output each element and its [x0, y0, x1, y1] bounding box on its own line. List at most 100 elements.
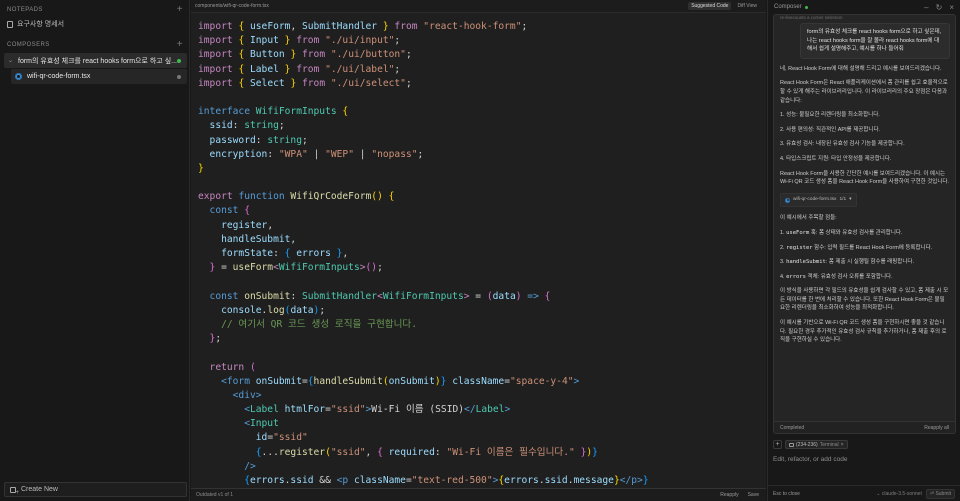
code-line: import { useForm, SubmitHandler } from "…	[198, 21, 528, 32]
composer-footer: Esc to close ⌄ claude-3.5-sonnet ⏎ Submi…	[768, 485, 960, 501]
add-notepad-button[interactable]: +	[177, 5, 183, 15]
context-chip[interactable]: (234-236) Terminal ×	[785, 440, 848, 449]
code-line: import { Label } from "./ui/label";	[198, 63, 401, 75]
model-name: claude-3.5-sonnet	[881, 490, 922, 497]
create-new-label: Create New	[21, 486, 58, 493]
note-text: 훅: 폼 상태와 유효성 검사를 관리합니다.	[809, 229, 903, 236]
notepad-item[interactable]: 요구사항 명세서	[7, 18, 64, 30]
status-dot-icon	[804, 5, 808, 9]
version-status: Outdated v1 of 1	[196, 492, 233, 498]
note-item: 2. register 함수: 입력 필드를 React Hook Form에 …	[780, 244, 949, 253]
inline-code: useForm	[786, 229, 810, 236]
prompt-input[interactable]	[773, 453, 953, 465]
composer-file-label: wifi-qr-code-form.tsx	[27, 73, 91, 80]
note-number: 4.	[780, 273, 785, 280]
code-line: console.log(data);	[198, 304, 326, 316]
code-line: interface WifiFormInputs {	[198, 106, 349, 118]
tab-suggested-code[interactable]: Suggested Code	[688, 2, 732, 10]
code-line: ssid: string;	[198, 120, 285, 132]
code-line: return (	[198, 361, 256, 373]
code-line: encryption: "WPA" | "WEP" | "nopass";	[198, 148, 424, 160]
gear-file-icon	[785, 197, 790, 203]
chat-footer: Completed Reapply all	[774, 421, 955, 433]
assistant-description: React Hook Form은 React 애플리케이션에서 폼 관리를 쉽고…	[780, 80, 948, 104]
submit-button[interactable]: ⏎ Submit	[925, 488, 955, 499]
chat-thread[interactable]: re-linecounts a corner selection form의 유…	[773, 14, 956, 434]
notepads-header: NOTEPADS +	[7, 4, 183, 16]
code-line: handleSubmit,	[198, 233, 297, 245]
composer-panel: Composer – ↻ × re-linecounts a corner se…	[767, 0, 960, 501]
chevron-down-icon: ▾	[849, 196, 852, 202]
notepad-label: 요구사항 명세서	[17, 21, 65, 28]
create-new-button[interactable]: Create New	[4, 482, 187, 497]
minimize-icon[interactable]: –	[924, 3, 928, 12]
code-line: />	[198, 460, 256, 472]
code-line: <div>	[198, 389, 262, 401]
code-editor: components/wifi-qr-code-form.tsx Suggest…	[191, 0, 766, 501]
close-icon[interactable]: ×	[949, 3, 954, 12]
inline-code: errors	[786, 273, 806, 280]
file-chip-version: 1/1	[839, 196, 847, 202]
advantage-item: 3. 유효성 검사: 내장된 유효성 검사 기능을 제공합니다.	[780, 141, 905, 148]
gear-file-icon	[15, 73, 22, 80]
composer-title-text: Composer	[774, 4, 802, 10]
tab-diff-view[interactable]: Diff View	[734, 2, 760, 10]
terminal-icon	[789, 442, 794, 447]
code-line: import { Select } from "./ui/select";	[198, 77, 412, 89]
user-message: form의 유효성 체크를 react hooks form으로 하고 싶은데,…	[800, 23, 950, 59]
code-line: <Input	[198, 418, 279, 430]
composer-title: Composer	[774, 4, 808, 10]
add-composer-button[interactable]: +	[177, 40, 183, 50]
code-line: import { Input } from "./ui/input";	[198, 35, 401, 47]
notepad-icon	[7, 20, 13, 28]
editor-header: components/wifi-qr-code-form.tsx Suggest…	[191, 0, 766, 13]
code-content[interactable]: import { useForm, SubmitHandler } from "…	[198, 20, 649, 488]
assistant-message: 네, React Hook Form에 대해 설명해 드리고 예시를 보여드리겠…	[774, 59, 955, 345]
advantage-item: 1. 성능: 불필요한 리렌더링을 최소화합니다.	[780, 112, 880, 119]
chevron-down-icon[interactable]: ⌄	[8, 57, 14, 64]
note-item: 4. errors 객체: 유효성 검사 오류를 포함합니다.	[780, 273, 949, 282]
composers-header: COMPOSERS +	[7, 39, 183, 51]
code-line: import { Button } from "./ui/button";	[198, 49, 412, 61]
model-selector[interactable]: ⌄ claude-3.5-sonnet	[876, 491, 922, 497]
code-file-chip[interactable]: wifi-qr-code-form.tsx 1/1 ▾	[780, 192, 857, 208]
example-intro: React Hook Form을 사용한 간단한 예시를 보여드리겠습니다. 이…	[780, 170, 950, 186]
code-line: <Label htmlFor="ssid">Wi-Fi 이름 (SSID)</L…	[198, 404, 511, 416]
reapply-all-button[interactable]: Reapply all	[924, 425, 949, 431]
file-chip-name: wifi-qr-code-form.tsx	[793, 196, 837, 202]
context-row: + (234-236) Terminal ×	[773, 440, 848, 449]
history-icon[interactable]: ↻	[936, 3, 943, 12]
note-item: 1. useForm 훅: 폼 상태와 유효성 검사를 관리합니다.	[780, 229, 949, 238]
note-text: : 폼 제출 시 실행될 함수를 래핑합니다.	[825, 259, 915, 266]
assistant-intro: 네, React Hook Form에 대해 설명해 드리고 예시를 보여드리겠…	[780, 65, 942, 72]
chat-status: Completed	[780, 424, 805, 431]
new-file-icon	[10, 486, 19, 496]
code-line: const onSubmit: SubmitHandler<WifiFormIn…	[198, 290, 551, 302]
reapply-button[interactable]: Reapply	[720, 492, 738, 498]
note-number: 1.	[780, 229, 785, 236]
code-line: const {	[198, 205, 250, 217]
composer-file-item[interactable]: wifi-qr-code-form.tsx	[11, 69, 187, 84]
composer-item[interactable]: ⌄ form의 유효성 체크를 react hooks form으로 하고 싶.…	[4, 53, 187, 68]
code-line: formState: { errors },	[198, 248, 349, 259]
code-line: }	[198, 162, 204, 174]
file-dot-icon	[177, 74, 181, 79]
composers-title: COMPOSERS	[7, 42, 50, 48]
code-line: <form onSubmit={handleSubmit(onSubmit)} …	[198, 375, 580, 387]
summary-text: 이 방식을 사용하면 각 필드의 유효성을 쉽게 검사할 수 있고, 폼 제출 …	[780, 288, 949, 312]
note-number: 2.	[780, 244, 785, 251]
code-line: } = useForm<WifiFormInputs>();	[198, 262, 383, 274]
remove-context-icon[interactable]: ×	[841, 442, 844, 448]
inline-code: handleSubmit	[786, 259, 826, 266]
advantage-item: 4. 타입스크립트 지원: 타입 안정성을 제공합니다.	[780, 155, 892, 162]
advantage-item: 2. 사용 편의성: 직관적인 API를 제공합니다.	[780, 126, 881, 133]
code-line: // 여기서 QR 코드 생성 로직을 구현합니다.	[198, 318, 418, 330]
add-context-button[interactable]: +	[773, 440, 782, 449]
sidebar: NOTEPADS + 요구사항 명세서 COMPOSERS + ⌄ form의 …	[0, 0, 190, 501]
code-line: register,	[198, 219, 274, 231]
save-button[interactable]: Save	[748, 492, 759, 498]
